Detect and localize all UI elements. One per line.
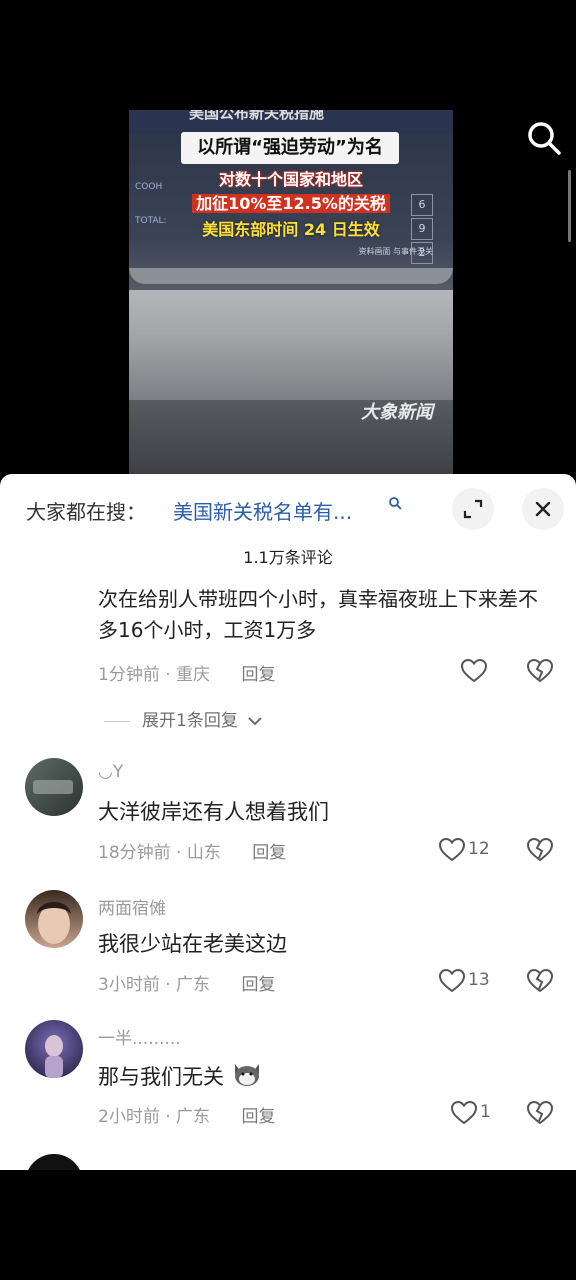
- comment-time: 2小时前: [98, 1107, 160, 1127]
- video-caption-line1: 对数十个国家和地区: [218, 170, 363, 189]
- comment-text: 次在给别人带班四个小时，真幸福夜班上下来差不多16个小时，工资1万多: [98, 587, 538, 642]
- heart-icon: [460, 658, 488, 683]
- avatar[interactable]: [25, 890, 83, 948]
- comment-text: 大洋彼岸还有人想着我们: [98, 800, 329, 824]
- comment-meta: 2小时前 · 广东 回复: [98, 1107, 276, 1127]
- reply-button[interactable]: 回复: [252, 843, 286, 863]
- dislike-button[interactable]: [526, 1099, 554, 1127]
- reply-button[interactable]: 回复: [241, 1107, 275, 1127]
- avatar-image: [33, 780, 73, 794]
- like-count: 12: [468, 839, 490, 859]
- broken-heart-icon: [526, 1100, 554, 1125]
- trending-search-bar[interactable]: 大家都在搜： 美国新关税名单有...: [0, 474, 576, 542]
- comment-text: 那与我们无关: [98, 1060, 263, 1091]
- comment-meta: 1分钟前 · 重庆 回复: [98, 665, 276, 685]
- video-top-banner: 美国公布新关税措施: [129, 110, 453, 134]
- comment-meta: 3小时前 · 广东 回复: [98, 975, 276, 995]
- heart-icon: [438, 968, 466, 993]
- like-count: 13: [468, 970, 490, 990]
- broken-heart-icon: [526, 837, 554, 862]
- video-caption-box: 以所谓“强迫劳动”为名: [181, 132, 399, 164]
- expand-button[interactable]: [452, 488, 494, 530]
- avatar-image: [37, 902, 71, 944]
- comment-location: 重庆: [176, 665, 211, 685]
- like-button[interactable]: 12: [438, 836, 498, 864]
- divider: [104, 720, 130, 722]
- video-player[interactable]: 美国公布新关税措施 以所谓“强迫劳动”为名 对数十个国家和地区 加征10%至12…: [0, 0, 576, 480]
- expand-replies-label: 展开1条回复: [142, 711, 238, 731]
- like-button[interactable]: 1: [450, 1099, 500, 1127]
- video-top-title: 美国公布新关税措施: [189, 110, 325, 122]
- comment-time: 3小时前: [98, 975, 160, 995]
- avatar[interactable]: [25, 1154, 83, 1170]
- dislike-button[interactable]: [526, 657, 554, 685]
- scroll-indicator[interactable]: [568, 170, 571, 242]
- heart-icon: [438, 837, 466, 862]
- comments-count: 1.1万条评论: [243, 548, 333, 567]
- screen-label-total: TOTAL:: [135, 216, 167, 226]
- reply-button[interactable]: 回复: [241, 665, 275, 685]
- comment-username[interactable]: 一半.........: [98, 1024, 181, 1049]
- broken-heart-icon: [526, 658, 554, 683]
- chevron-down-icon: [248, 717, 262, 726]
- video-scene-lower: [129, 290, 453, 400]
- reply-button[interactable]: 回复: [241, 975, 275, 995]
- avatar[interactable]: [25, 1020, 83, 1078]
- bottom-bar: [0, 1170, 576, 1280]
- screen-label-cooh: COOH: [135, 182, 163, 192]
- close-button[interactable]: [522, 488, 564, 530]
- video-frame[interactable]: 美国公布新关税措施 以所谓“强迫劳动”为名 对数十个国家和地区 加征10%至12…: [129, 110, 453, 480]
- close-icon: [535, 501, 551, 517]
- like-button[interactable]: 13: [438, 967, 498, 995]
- avatar-image: [45, 1035, 63, 1078]
- video-source-note: 资料画面 与事件无关: [358, 247, 433, 256]
- like-button[interactable]: [460, 657, 490, 685]
- video-caption-line2: 加征10%至12.5%的关税: [129, 190, 453, 214]
- comment-location: 山东: [186, 843, 221, 863]
- expand-icon: [463, 499, 483, 519]
- video-caption-line3: 美国东部时间 24 日生效: [202, 220, 380, 239]
- husky-emoji-icon: [234, 1064, 259, 1086]
- comment-meta: 18分钟前 · 山东 回复: [98, 843, 287, 863]
- video-watermark: 大象新闻: [361, 402, 433, 423]
- dislike-button[interactable]: [526, 836, 554, 864]
- search-icon: [528, 122, 561, 155]
- heart-icon: [450, 1100, 478, 1125]
- like-count: 1: [480, 1102, 491, 1122]
- search-button[interactable]: [524, 118, 564, 158]
- dislike-button[interactable]: [526, 967, 554, 995]
- comment-username[interactable]: ◡Y: [98, 762, 123, 782]
- comment-time: 1分钟前: [98, 665, 160, 685]
- broken-heart-icon: [526, 968, 554, 993]
- trending-search-query[interactable]: 美国新关税名单有...: [173, 496, 352, 525]
- video-scene-rail: [129, 268, 453, 284]
- comment-time: 18分钟前: [98, 843, 171, 863]
- comment-text: 我很少站在老美这边: [98, 932, 287, 956]
- trending-search-prefix: 大家都在搜：: [26, 500, 146, 524]
- avatar[interactable]: [25, 758, 83, 816]
- comment-location: 广东: [176, 1107, 211, 1127]
- search-icon: [389, 497, 402, 510]
- expand-replies-button[interactable]: 展开1条回复: [104, 706, 263, 731]
- comment-text-body: 那与我们无关: [98, 1065, 224, 1089]
- comment-location: 广东: [176, 975, 211, 995]
- comment-username[interactable]: 两面宿傩: [98, 894, 166, 919]
- keypad-key: 6: [411, 194, 433, 216]
- comments-sheet: 大家都在搜： 美国新关税名单有... 1.1万条评论 次在给别人带班四个小时，真…: [0, 474, 576, 1170]
- keypad-key: 9: [411, 218, 433, 240]
